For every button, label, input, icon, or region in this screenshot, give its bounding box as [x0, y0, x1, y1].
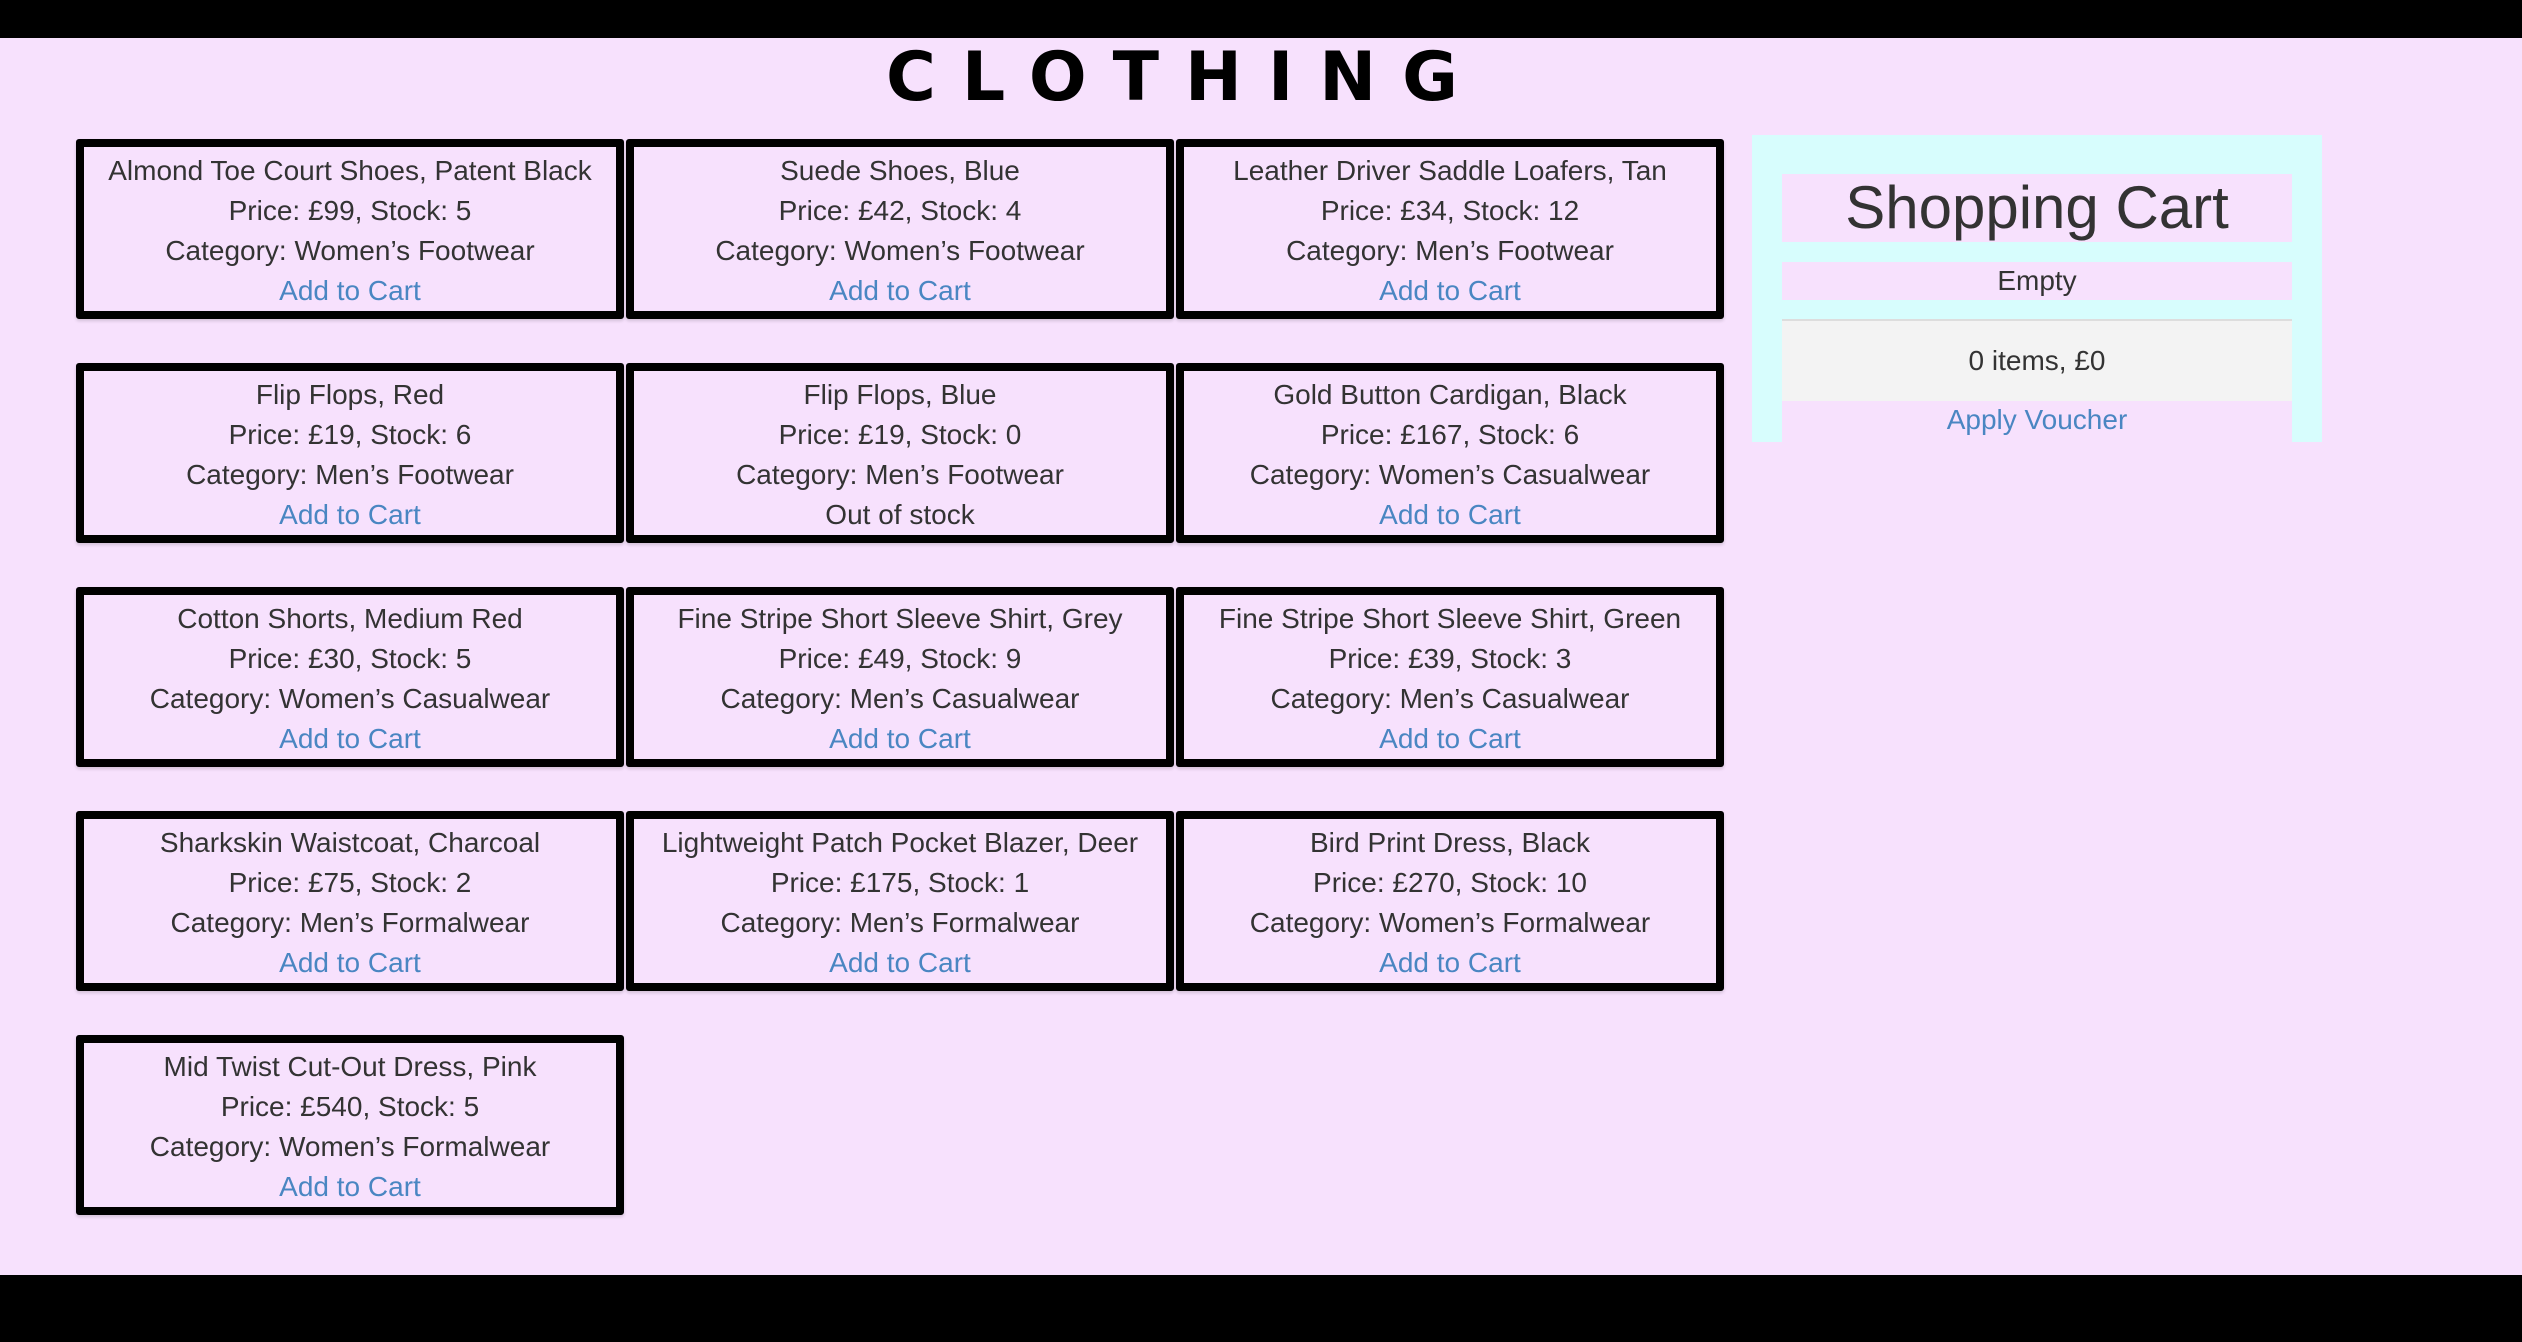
product-card: Flip Flops, Red Price: £19, Stock: 6 Cat…: [76, 363, 624, 543]
product-name: Almond Toe Court Shoes, Patent Black: [108, 155, 592, 186]
out-of-stock-label: Out of stock: [825, 499, 975, 530]
product-category: Category: Women’s Footwear: [715, 235, 1085, 266]
add-to-cart-link[interactable]: Add to Cart: [84, 943, 616, 983]
add-to-cart-link[interactable]: Add to Cart: [84, 719, 616, 759]
add-to-cart-link[interactable]: Add to Cart: [1184, 495, 1716, 535]
product-category: Category: Men’s Footwear: [186, 459, 514, 490]
product-price-stock: Price: £75, Stock: 2: [228, 867, 472, 898]
product-price-stock: Price: £49, Stock: 9: [778, 643, 1022, 674]
product-name: Fine Stripe Short Sleeve Shirt, Green: [1218, 603, 1682, 634]
shopping-cart-panel: Shopping Cart Empty 0 items, £0 Apply Vo…: [1752, 135, 2322, 442]
apply-voucher-row: Apply Voucher: [1782, 401, 2292, 442]
product-card: Bird Print Dress, Black Price: £270, Sto…: [1176, 811, 1724, 991]
cart-status: Empty: [1782, 262, 2292, 300]
product-card: Almond Toe Court Shoes, Patent Black Pri…: [76, 139, 624, 319]
product-category: Category: Men’s Formalwear: [170, 907, 530, 938]
product-price-stock: Price: £42, Stock: 4: [778, 195, 1022, 226]
product-category: Category: Women’s Casualwear: [1249, 459, 1651, 490]
product-name: Flip Flops, Red: [255, 379, 445, 410]
product-name: Sharkskin Waistcoat, Charcoal: [159, 827, 541, 858]
product-price-stock: Price: £30, Stock: 5: [228, 643, 472, 674]
add-to-cart-link[interactable]: Add to Cart: [1184, 271, 1716, 311]
product-price-stock: Price: £540, Stock: 5: [220, 1091, 480, 1122]
product-name: Gold Button Cardigan, Black: [1273, 379, 1627, 410]
product-category: Category: Men’s Footwear: [1286, 235, 1614, 266]
product-price-stock: Price: £34, Stock: 12: [1320, 195, 1580, 226]
product-category: Category: Women’s Formalwear: [149, 1131, 551, 1162]
product-price-stock: Price: £39, Stock: 3: [1328, 643, 1572, 674]
product-name: Mid Twist Cut-Out Dress, Pink: [163, 1051, 537, 1082]
product-card: Lightweight Patch Pocket Blazer, Deer Pr…: [626, 811, 1174, 991]
product-price-stock: Price: £167, Stock: 6: [1320, 419, 1580, 450]
add-to-cart-link[interactable]: Add to Cart: [84, 1167, 616, 1207]
product-card: Suede Shoes, Blue Price: £42, Stock: 4 C…: [626, 139, 1174, 319]
add-to-cart-link[interactable]: Add to Cart: [1184, 943, 1716, 983]
product-price-stock: Price: £270, Stock: 10: [1313, 867, 1587, 898]
add-to-cart-link[interactable]: Add to Cart: [1184, 719, 1716, 759]
product-category: Category: Men’s Casualwear: [720, 683, 1080, 714]
product-card: Fine Stripe Short Sleeve Shirt, Green Pr…: [1176, 587, 1724, 767]
page: CLOTHING Almond Toe Court Shoes, Patent …: [0, 38, 2522, 1275]
product-name: Lightweight Patch Pocket Blazer, Deer: [661, 827, 1139, 858]
product-card: Fine Stripe Short Sleeve Shirt, Grey Pri…: [626, 587, 1174, 767]
product-category: Category: Men’s Footwear: [736, 459, 1064, 490]
product-price-stock: Price: £19, Stock: 6: [228, 419, 472, 450]
product-category: Category: Women’s Footwear: [165, 235, 535, 266]
add-to-cart-link[interactable]: Add to Cart: [634, 271, 1166, 311]
add-to-cart-link[interactable]: Add to Cart: [84, 495, 616, 535]
page-title: CLOTHING: [886, 38, 1484, 117]
product-card: Flip Flops, Blue Price: £19, Stock: 0 Ca…: [626, 363, 1174, 543]
product-name: Leather Driver Saddle Loafers, Tan: [1233, 155, 1667, 186]
product-price-stock: Price: £175, Stock: 1: [770, 867, 1030, 898]
product-category: Category: Men’s Casualwear: [1270, 683, 1630, 714]
product-category: Category: Men’s Formalwear: [720, 907, 1080, 938]
product-card: Mid Twist Cut-Out Dress, Pink Price: £54…: [76, 1035, 624, 1215]
add-to-cart-link[interactable]: Add to Cart: [634, 943, 1166, 983]
product-category: Category: Women’s Casualwear: [149, 683, 551, 714]
product-card: Cotton Shorts, Medium Red Price: £30, St…: [76, 587, 624, 767]
add-to-cart-link[interactable]: Add to Cart: [84, 271, 616, 311]
apply-voucher-link[interactable]: Apply Voucher: [1947, 404, 2128, 435]
product-name: Flip Flops, Blue: [803, 379, 997, 410]
add-to-cart-link[interactable]: Add to Cart: [634, 719, 1166, 759]
product-name: Fine Stripe Short Sleeve Shirt, Grey: [677, 603, 1123, 634]
product-name: Cotton Shorts, Medium Red: [177, 603, 523, 634]
cart-summary: 0 items, £0: [1782, 319, 2292, 401]
product-card: Sharkskin Waistcoat, Charcoal Price: £75…: [76, 811, 624, 991]
product-card: Leather Driver Saddle Loafers, Tan Price…: [1176, 139, 1724, 319]
shopping-cart-heading: Shopping Cart: [1782, 174, 2292, 242]
product-category: Category: Women’s Formalwear: [1249, 907, 1651, 938]
product-name: Bird Print Dress, Black: [1309, 827, 1591, 858]
product-price-stock: Price: £99, Stock: 5: [228, 195, 472, 226]
product-name: Suede Shoes, Blue: [780, 155, 1020, 186]
product-card: Gold Button Cardigan, Black Price: £167,…: [1176, 363, 1724, 543]
product-price-stock: Price: £19, Stock: 0: [778, 419, 1022, 450]
